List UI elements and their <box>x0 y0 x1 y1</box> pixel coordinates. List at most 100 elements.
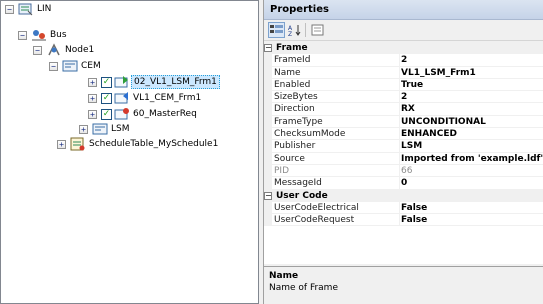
tree-item-label: VL1_CEM_Frm1 <box>133 93 202 103</box>
frame-receive-icon <box>114 75 130 89</box>
property-row-messageid[interactable]: MessageId 0 <box>264 177 543 190</box>
property-value[interactable]: False <box>401 214 427 226</box>
row-gutter <box>264 78 272 91</box>
description-panel: Name Name of Frame <box>264 266 543 304</box>
property-name: Source <box>274 152 400 164</box>
property-name: Publisher <box>274 140 400 152</box>
property-row-enabled[interactable]: Enabled True <box>264 78 543 92</box>
tree-item-frame-02-vl1-lsm-frm1[interactable]: + ✓ 02_VL1_LSM_Frm1 <box>1 75 251 89</box>
property-value[interactable]: ENHANCED <box>401 128 457 140</box>
property-name: ChecksumMode <box>274 128 400 140</box>
row-gutter <box>264 91 272 103</box>
property-value[interactable]: False <box>401 202 427 214</box>
property-name: SizeBytes <box>274 91 400 103</box>
ecu-icon <box>92 122 108 136</box>
tree-item-lin[interactable]: − LIN <box>1 2 251 16</box>
property-value[interactable]: RX <box>401 103 415 115</box>
property-row-publisher[interactable]: Publisher LSM <box>264 140 543 153</box>
properties-panel: Properties AZ − Frame FrameId 2 Name VL1_L… <box>263 0 543 304</box>
tree-item-label: LIN <box>37 4 52 14</box>
expand-icon[interactable]: + <box>88 110 97 119</box>
category-name: User Code <box>276 190 328 201</box>
property-name: UserCodeRequest <box>274 214 400 226</box>
row-gutter <box>264 164 272 177</box>
property-value[interactable]: Imported from 'example.ldf' at <box>401 153 543 165</box>
property-value[interactable]: 0 <box>401 177 407 189</box>
row-gutter <box>264 128 272 140</box>
tree-item-node1[interactable]: − Node1 <box>1 43 251 57</box>
collapse-icon[interactable]: − <box>49 62 58 71</box>
description-title: Name <box>269 271 299 281</box>
tree-item-frame-60-masterreq[interactable]: + ✓ 60_MasterReq <box>1 107 251 121</box>
svg-text:Z: Z <box>288 31 292 37</box>
property-name: MessageId <box>274 177 400 189</box>
property-name: UserCodeElectrical <box>274 201 400 214</box>
categorized-sort-icon[interactable] <box>268 22 285 38</box>
properties-title: Properties <box>264 0 543 20</box>
collapse-icon[interactable]: − <box>33 46 42 55</box>
property-row-direction[interactable]: Direction RX <box>264 103 543 116</box>
tree-item-label: ScheduleTable_MySchedule1 <box>89 139 219 149</box>
alphabetical-sort-icon[interactable]: AZ <box>286 22 303 38</box>
property-row-usercoderequest[interactable]: UserCodeRequest False <box>264 214 543 227</box>
expand-icon[interactable]: + <box>88 94 97 103</box>
tree-item-label: Node1 <box>65 45 95 55</box>
collapse-icon[interactable]: − <box>264 44 272 52</box>
tree-item-label: Bus <box>50 30 67 40</box>
property-row-source[interactable]: Source Imported from 'example.ldf' at <box>264 152 543 165</box>
tree-item-frame-vl1-cem-frm1[interactable]: + ✓ VL1_CEM_Frm1 <box>1 91 251 105</box>
enabled-checkbox[interactable]: ✓ <box>101 93 112 104</box>
collapse-icon[interactable]: − <box>5 5 14 14</box>
property-value: 66 <box>401 165 413 176</box>
expand-icon[interactable]: + <box>57 140 66 149</box>
category-user-code[interactable]: − User Code <box>264 189 543 202</box>
property-name: Direction <box>274 103 400 115</box>
collapse-icon[interactable]: − <box>264 191 272 200</box>
category-frame[interactable]: − Frame <box>264 42 543 55</box>
property-grid[interactable]: − Frame FrameId 2 Name VL1_LSM_Frm1 Enable… <box>264 42 543 264</box>
property-value[interactable]: VL1_LSM_Frm1 <box>401 67 476 79</box>
enabled-checkbox[interactable]: ✓ <box>101 77 112 88</box>
property-row-usercodeelectrical[interactable]: UserCodeElectrical False <box>264 201 543 215</box>
row-gutter <box>264 140 272 152</box>
property-value[interactable]: 2 <box>401 54 407 66</box>
project-tree[interactable]: − LIN − Bus − Node1 − CEM + ✓ 02_VL1_LSM… <box>0 0 259 304</box>
property-row-checksummode[interactable]: ChecksumMode ENHANCED <box>264 128 543 141</box>
frame-diag-icon <box>114 107 130 121</box>
row-gutter <box>264 103 272 115</box>
lin-network-icon <box>18 2 34 16</box>
tree-item-label: 60_MasterReq <box>133 109 197 119</box>
property-pages-icon[interactable] <box>309 22 326 38</box>
property-value[interactable]: True <box>401 79 423 91</box>
enabled-checkbox[interactable]: ✓ <box>101 109 112 120</box>
property-value[interactable]: 2 <box>401 91 407 103</box>
tree-item-schedule-table[interactable]: + ScheduleTable_MySchedule1 <box>1 137 251 151</box>
tree-item-label: 02_VL1_LSM_Frm1 <box>131 75 220 89</box>
property-name: FrameType <box>274 115 400 128</box>
property-row-frametype[interactable]: FrameType UNCONDITIONAL <box>264 115 543 129</box>
tree-item-cem[interactable]: − CEM <box>1 59 251 73</box>
property-row-sizebytes[interactable]: SizeBytes 2 <box>264 91 543 104</box>
property-value[interactable]: UNCONDITIONAL <box>401 116 486 128</box>
property-name: Name <box>274 66 400 78</box>
row-gutter <box>264 177 272 189</box>
expand-icon[interactable]: + <box>79 125 88 134</box>
category-name: Frame <box>276 43 308 53</box>
collapse-icon[interactable]: − <box>18 31 27 40</box>
property-value[interactable]: LSM <box>401 140 422 152</box>
property-name: PID <box>274 164 400 177</box>
property-row-frameid[interactable]: FrameId 2 <box>264 54 543 67</box>
node-icon <box>46 43 62 57</box>
property-name: Enabled <box>274 78 400 91</box>
property-row-pid[interactable]: PID 66 <box>264 164 543 178</box>
row-gutter <box>264 201 272 214</box>
expand-icon[interactable]: + <box>88 78 97 87</box>
description-text: Name of Frame <box>269 283 338 293</box>
properties-toolbar: AZ <box>264 20 543 41</box>
row-gutter <box>264 115 272 128</box>
tree-item-bus[interactable]: − Bus <box>1 28 251 42</box>
tree-item-lsm[interactable]: + LSM <box>1 122 251 136</box>
property-row-name[interactable]: Name VL1_LSM_Frm1 <box>264 66 543 79</box>
ecu-icon <box>62 59 78 73</box>
frame-transmit-icon <box>114 91 130 105</box>
